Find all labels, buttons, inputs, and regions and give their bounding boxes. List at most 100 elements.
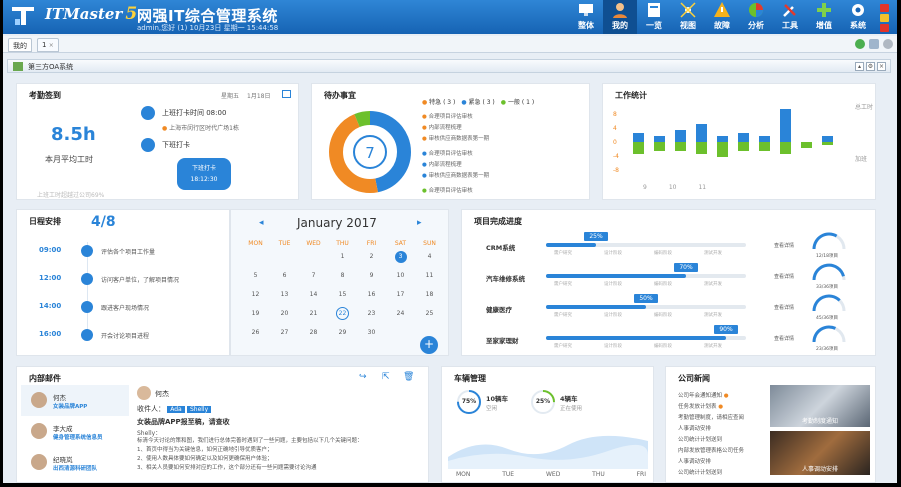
project-row[interactable]: 至家家理财 90% 需户研究 设计阶段 编码阶段 测试开发 查看详情 23/36项目 <box>462 323 877 354</box>
project-gauge <box>812 294 846 312</box>
day-cell[interactable]: 1 <box>328 253 357 260</box>
day-cell[interactable]: 11 <box>415 272 444 279</box>
collapse-button[interactable]: ▴ <box>855 62 864 71</box>
day-cell[interactable]: 21 <box>299 310 328 317</box>
news-image-2[interactable]: 人事调动安排 <box>770 431 870 475</box>
tab-1[interactable]: 1 × <box>37 38 59 52</box>
day-cell[interactable]: 7 <box>299 272 328 279</box>
schedule-item[interactable]: 16:00 开会讨论项目进程 <box>17 322 231 350</box>
day-cell[interactable]: 24 <box>386 310 415 317</box>
news-item[interactable]: 任务发放计划表 ● <box>678 402 773 413</box>
news-image-1[interactable]: 考勤制度通知 <box>770 385 870 427</box>
day-number: 24 <box>396 310 405 317</box>
week-row: 5 6 7 8 9 10 11 <box>241 266 446 285</box>
day-cell[interactable]: 13 <box>270 291 299 298</box>
news-item[interactable]: 内部发放管理表格公司任务 <box>678 446 773 457</box>
todo-item[interactable]: ● 审核供应商数据表第一期 <box>422 134 582 145</box>
nav-warning[interactable]: 故障 <box>705 0 739 34</box>
day-cell[interactable]: 14 <box>299 291 328 298</box>
project-row[interactable]: 健康医疗 50% 需户研究 设计阶段 编码阶段 测试开发 查看详情 45/36项目 <box>462 292 877 323</box>
news-item[interactable]: 人事调动安排 <box>678 457 773 468</box>
day-cell[interactable]: 8 <box>328 272 357 279</box>
nav-tools[interactable]: 工具 <box>773 0 807 34</box>
day-cell[interactable]: 29 <box>328 329 357 336</box>
nav-monitor[interactable]: 整体 <box>569 0 603 34</box>
news-item[interactable]: 公司年会通知通知 ● <box>678 391 773 402</box>
day-cell[interactable]: 12 <box>241 291 270 298</box>
project-row[interactable]: 汽车维修系统 70% 需户研究 设计阶段 编码阶段 测试开发 查看详情 33/36项目 <box>462 261 877 292</box>
day-cell[interactable]: 6 <box>270 272 299 279</box>
todo-item[interactable]: ● 合理项目评估审核 <box>422 112 582 123</box>
nav-overview[interactable]: 一览 <box>637 0 671 34</box>
news-item[interactable]: 公司统计计划送到 <box>678 468 773 479</box>
news-item[interactable]: 考勤管理制度，请相应查阅 <box>678 413 773 424</box>
close-window-button[interactable] <box>880 4 889 12</box>
alert-button[interactable] <box>880 24 889 32</box>
day-cell[interactable]: 5 <box>241 272 270 279</box>
layout-icon[interactable] <box>869 39 879 49</box>
details-link[interactable]: 查看详情 <box>774 304 794 311</box>
details-link[interactable]: 查看详情 <box>774 273 794 280</box>
add-event-button[interactable]: + <box>420 336 438 354</box>
mail-item[interactable]: 纪晓岚 出西清源科研团队 <box>21 447 129 478</box>
day-cell[interactable]: 25 <box>415 310 444 317</box>
details-link[interactable]: 查看详情 <box>774 242 794 249</box>
lock-button[interactable] <box>880 14 889 22</box>
close-button[interactable]: × <box>877 62 886 71</box>
day-cell[interactable]: 23 <box>357 310 386 317</box>
news-item[interactable]: 人事调动安排 <box>678 424 773 435</box>
todo-item[interactable]: ● 审核供应商数据表第一期 <box>422 171 582 182</box>
day-cell[interactable]: 4 <box>415 253 444 260</box>
recipient-tag[interactable]: Ada <box>167 406 185 413</box>
project-row[interactable]: CRM系统 25% 需户研究 设计阶段 编码阶段 测试开发 查看详情 12/18项目 <box>462 230 877 261</box>
prev-month-button[interactable]: ◂ <box>259 218 264 228</box>
forward-icon[interactable]: ⇱ <box>382 372 390 382</box>
day-cell[interactable]: 17 <box>386 291 415 298</box>
next-month-button[interactable]: ▸ <box>417 218 422 228</box>
settings-button[interactable]: ⚙ <box>866 62 875 71</box>
schedule-item[interactable]: 09:00 评估各个项目工作量 <box>17 238 231 266</box>
day-cell[interactable]: 2 <box>357 253 386 260</box>
delete-icon[interactable]: 🗑 <box>403 372 414 382</box>
schedule-item[interactable]: 14:00 跟进客户现场情况 <box>17 294 231 322</box>
day-cell[interactable]: 30 <box>357 329 386 336</box>
mail-item[interactable]: 何杰 女装品牌APP <box>21 385 129 416</box>
project-name: 健康医疗 <box>486 306 512 314</box>
day-cell[interactable]: 16 <box>357 291 386 298</box>
reply-icon[interactable]: ↪ <box>359 372 367 382</box>
add-tab-icon[interactable] <box>855 39 865 49</box>
settings-icon[interactable] <box>883 39 893 49</box>
project-name: 汽车维修系统 <box>486 275 525 283</box>
day-cell[interactable]: 20 <box>270 310 299 317</box>
day-cell[interactable]: 3 <box>386 250 415 263</box>
hours-bar <box>822 136 833 142</box>
day-cell[interactable]: 27 <box>270 329 299 336</box>
tab-close-icon[interactable]: × <box>49 42 54 49</box>
progress-fill <box>546 336 726 340</box>
day-cell[interactable]: 15 <box>328 291 357 298</box>
nav-gear[interactable]: 系统 <box>841 0 875 34</box>
day-cell[interactable]: 22 <box>328 307 357 320</box>
tab-mine[interactable]: 我的 <box>8 38 32 52</box>
details-link[interactable]: 查看详情 <box>774 335 794 342</box>
todo-item[interactable]: ● 内部流程梳理 <box>422 123 582 134</box>
day-cell[interactable]: 26 <box>241 329 270 336</box>
todo-item[interactable]: ● 内部流程梳理 <box>422 160 582 171</box>
clock-out-button[interactable]: 下班打卡 18:12:30 <box>177 158 231 190</box>
news-item[interactable]: 公司统计计划送到 <box>678 435 773 446</box>
day-cell[interactable]: 9 <box>357 272 386 279</box>
day-cell[interactable]: 19 <box>241 310 270 317</box>
calendar-icon[interactable] <box>282 90 291 98</box>
recipient-tag[interactable]: Shelly <box>186 406 212 413</box>
nav-pie[interactable]: 分析 <box>739 0 773 34</box>
mail-item[interactable]: 李大成 健身管理系统信息员 <box>21 416 129 447</box>
nav-plus[interactable]: 增值 <box>807 0 841 34</box>
todo-item[interactable]: ● 合理项目评估审核 <box>422 149 582 160</box>
day-cell[interactable]: 10 <box>386 272 415 279</box>
day-cell[interactable]: 28 <box>299 329 328 336</box>
schedule-item[interactable]: 12:00 访问客户单位，了解项目情况 <box>17 266 231 294</box>
day-cell[interactable]: 18 <box>415 291 444 298</box>
nav-user[interactable]: 我的 <box>603 0 637 34</box>
todo-item[interactable]: ● 合理项目评估审核 <box>422 186 582 197</box>
nav-topology[interactable]: 视图 <box>671 0 705 34</box>
